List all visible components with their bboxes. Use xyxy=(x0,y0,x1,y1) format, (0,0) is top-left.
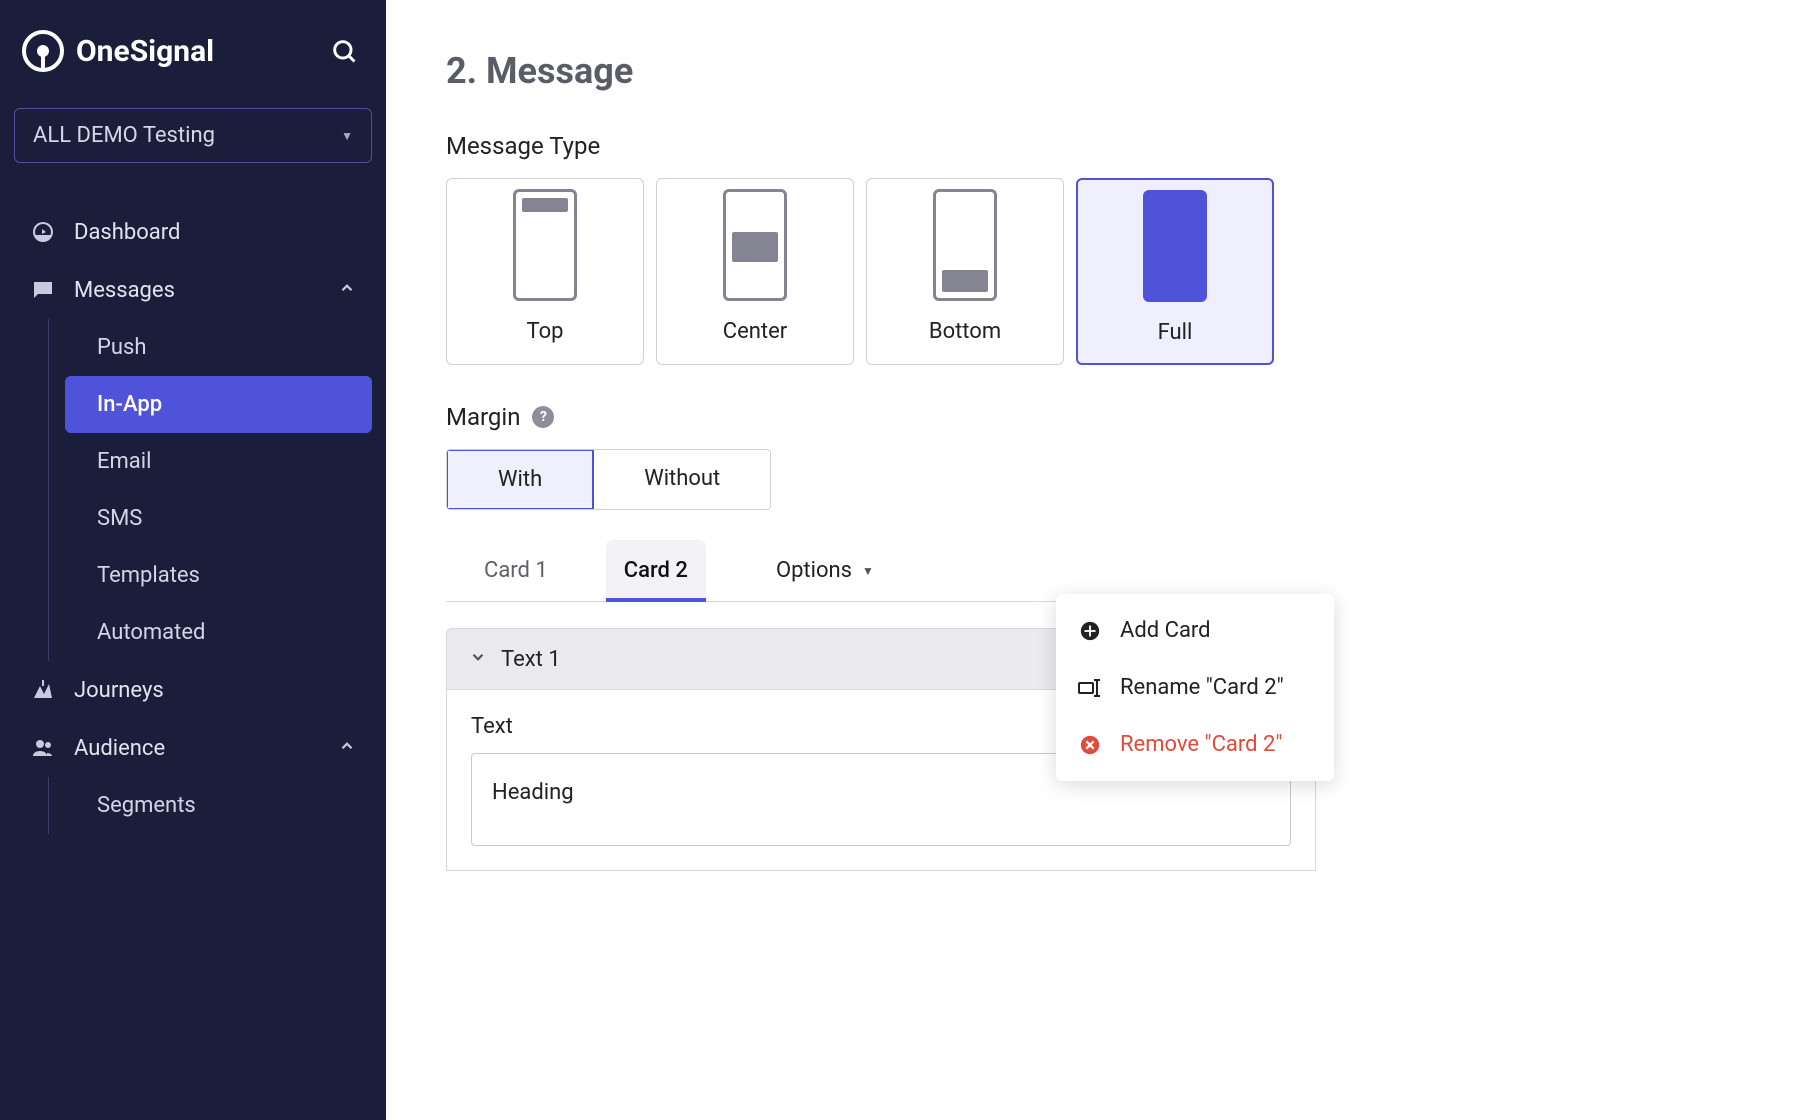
options-dropdown: Add Card Rename "Card 2" Re xyxy=(1056,594,1334,781)
dropdown-add-card[interactable]: Add Card xyxy=(1056,602,1334,659)
options-label: Options xyxy=(776,558,852,583)
rename-icon xyxy=(1078,676,1102,700)
phone-bar xyxy=(732,232,778,262)
message-type-center[interactable]: Center xyxy=(656,178,854,365)
sidebar-label-dashboard: Dashboard xyxy=(74,220,356,245)
remove-circle-icon xyxy=(1078,733,1102,757)
sidebar-item-templates[interactable]: Templates xyxy=(65,547,372,604)
message-type-options: Top Center Bottom Full xyxy=(446,178,1808,365)
margin-with-button[interactable]: With xyxy=(446,449,594,510)
sidebar-item-journeys[interactable]: Journeys xyxy=(0,661,386,719)
messages-icon xyxy=(30,277,56,303)
dropdown-rename-label: Rename "Card 2" xyxy=(1120,675,1284,700)
messages-sub-items: Push In-App Email SMS Templates Automate… xyxy=(48,319,386,661)
dropdown-add-label: Add Card xyxy=(1120,618,1211,643)
sidebar-label-messages: Messages xyxy=(74,278,320,303)
margin-toggle: With Without xyxy=(446,449,771,510)
phone-preview-top xyxy=(513,189,577,301)
chevron-up-icon xyxy=(338,736,356,761)
help-icon[interactable]: ? xyxy=(532,406,554,428)
sidebar-item-in-app[interactable]: In-App xyxy=(65,376,372,433)
tab-card-1[interactable]: Card 1 xyxy=(466,540,566,601)
brand-logo[interactable]: OneSignal xyxy=(22,30,214,72)
sidebar-item-segments[interactable]: Segments xyxy=(65,777,372,834)
caret-down-icon: ▼ xyxy=(862,564,874,578)
plus-circle-icon xyxy=(1078,619,1102,643)
sidebar-item-dashboard[interactable]: Dashboard xyxy=(0,203,386,261)
caret-down-icon: ▼ xyxy=(341,129,353,143)
app-switcher-label: ALL DEMO Testing xyxy=(33,123,215,148)
dropdown-rename-card[interactable]: Rename "Card 2" xyxy=(1056,659,1334,716)
message-type-bottom[interactable]: Bottom xyxy=(866,178,1064,365)
margin-label: Margin ? xyxy=(446,403,1808,431)
phone-bar xyxy=(522,198,568,212)
type-label-center: Center xyxy=(723,319,787,344)
type-label-bottom: Bottom xyxy=(929,319,1001,344)
dropdown-remove-label: Remove "Card 2" xyxy=(1120,732,1282,757)
sidebar-item-messages[interactable]: Messages xyxy=(0,261,386,319)
chevron-up-icon xyxy=(338,278,356,303)
phone-preview-full xyxy=(1143,190,1207,302)
message-type-top[interactable]: Top xyxy=(446,178,644,365)
sidebar-header: OneSignal xyxy=(0,30,386,72)
sidebar-item-sms[interactable]: SMS xyxy=(65,490,372,547)
audience-sub-items: Segments xyxy=(48,777,386,834)
section-title: 2. Message xyxy=(446,50,1808,92)
dropdown-remove-card[interactable]: Remove "Card 2" xyxy=(1056,716,1334,773)
message-type-label: Message Type xyxy=(446,132,1808,160)
type-label-full: Full xyxy=(1158,320,1193,345)
sidebar: OneSignal ALL DEMO Testing ▼ Dashboard M… xyxy=(0,0,386,1120)
search-icon[interactable] xyxy=(330,37,358,65)
brand-name: OneSignal xyxy=(76,34,214,69)
block-header-left: Text 1 xyxy=(469,647,561,672)
sidebar-item-audience[interactable]: Audience xyxy=(0,719,386,777)
margin-without-button[interactable]: Without xyxy=(593,450,770,509)
sidebar-item-email[interactable]: Email xyxy=(65,433,372,490)
dashboard-icon xyxy=(30,219,56,245)
sidebar-item-push[interactable]: Push xyxy=(65,319,372,376)
main-content: 2. Message Message Type Top Center Botto… xyxy=(386,0,1808,1120)
app-switcher[interactable]: ALL DEMO Testing ▼ xyxy=(14,108,372,163)
phone-preview-bottom xyxy=(933,189,997,301)
block-title: Text 1 xyxy=(501,647,561,672)
phone-preview-center xyxy=(723,189,787,301)
margin-label-text: Margin xyxy=(446,403,520,431)
sidebar-label-audience: Audience xyxy=(74,736,320,761)
onesignal-logo-icon xyxy=(22,30,64,72)
card-tabs: Card 1 Card 2 Options ▼ xyxy=(446,540,1316,602)
chevron-down-icon xyxy=(469,647,487,672)
tab-card-2[interactable]: Card 2 xyxy=(606,540,706,601)
message-type-full[interactable]: Full xyxy=(1076,178,1274,365)
phone-bar xyxy=(942,270,988,292)
sidebar-item-automated[interactable]: Automated xyxy=(65,604,372,661)
tab-options[interactable]: Options ▼ xyxy=(776,558,874,583)
audience-icon xyxy=(30,735,56,761)
type-label-top: Top xyxy=(527,319,564,344)
sidebar-label-journeys: Journeys xyxy=(74,678,356,703)
journeys-icon xyxy=(30,677,56,703)
